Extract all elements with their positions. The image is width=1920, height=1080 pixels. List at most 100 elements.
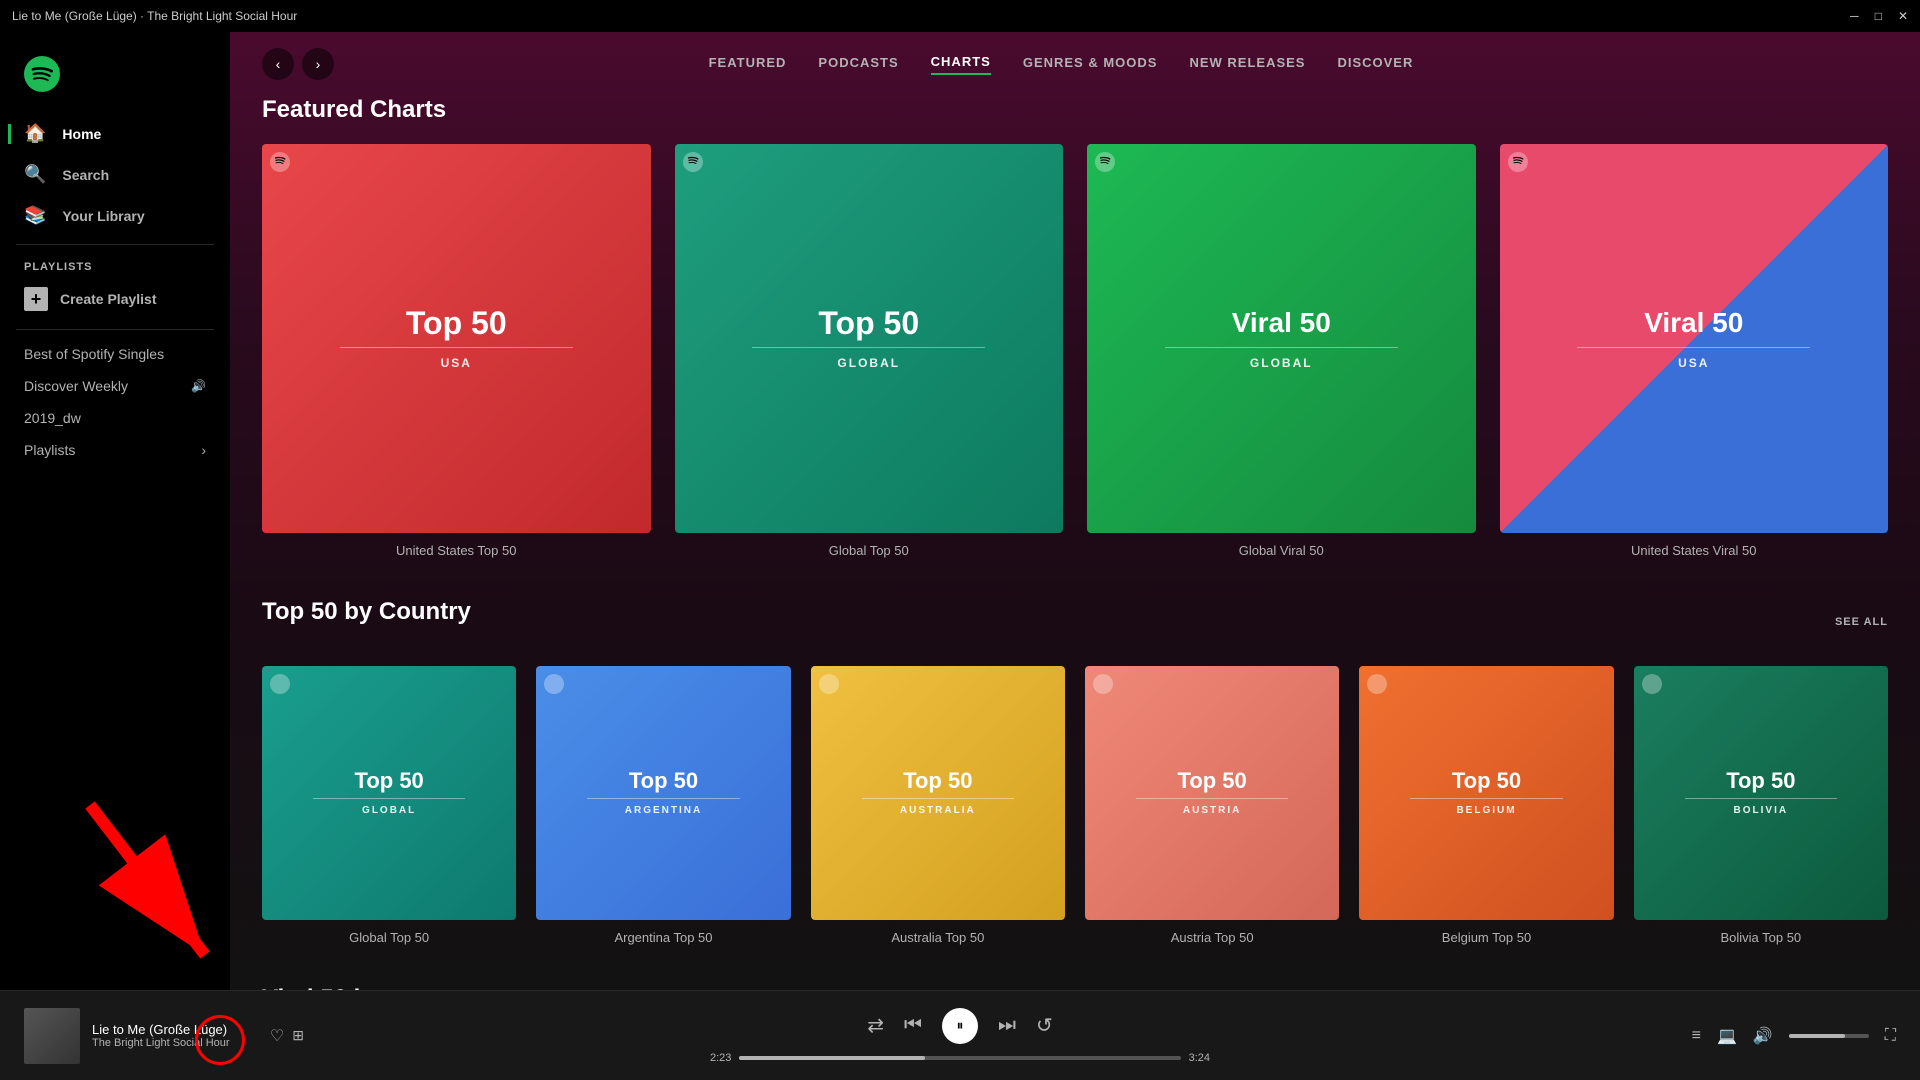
- sidebar-item-search[interactable]: 🔍 Search: [8, 154, 222, 195]
- chart-card-bolivia[interactable]: Top 50 BOLIVIA Bolivia Top 50: [1634, 666, 1888, 945]
- playlist-label: Playlists: [24, 442, 75, 458]
- volume-icon[interactable]: 🔊: [1753, 1026, 1773, 1046]
- like-button[interactable]: ♡: [270, 1026, 284, 1046]
- card-divider: [752, 347, 985, 348]
- window-controls[interactable]: ─ □ ✕: [1850, 9, 1908, 23]
- chevron-right-icon: ›: [201, 442, 206, 458]
- chart-image-austria: Top 50 AUSTRIA: [1085, 666, 1339, 920]
- chart-image-global-country: Top 50 GLOBAL: [262, 666, 516, 920]
- total-time: 3:24: [1189, 1052, 1210, 1064]
- sidebar-divider-2: [16, 329, 214, 330]
- sidebar: 🏠 Home 🔍 Search 📚 Your Library PLAYLISTS…: [0, 32, 230, 990]
- chart-card-austria[interactable]: Top 50 AUSTRIA Austria Top 50: [1085, 666, 1339, 945]
- nav-arrows: ‹ ›: [262, 48, 334, 80]
- nav-links: FEATURED PODCASTS CHARTS GENRES & MOODS …: [709, 54, 1414, 75]
- volume-fill: [1789, 1034, 1845, 1038]
- country-top50-label-6: Top 50: [1726, 770, 1795, 792]
- chart-image-global-viral: Viral 50 GLOBAL: [1087, 144, 1476, 533]
- previous-button[interactable]: ⏮: [904, 1014, 922, 1037]
- chart-card-global-country[interactable]: Top 50 GLOBAL Global Top 50: [262, 666, 516, 945]
- country-top50-label-1: Top 50: [355, 770, 424, 792]
- search-label: Search: [62, 167, 109, 183]
- tab-charts[interactable]: CHARTS: [931, 54, 991, 75]
- tab-featured[interactable]: FEATURED: [709, 55, 787, 74]
- country-country-6: BOLIVIA: [1734, 805, 1789, 816]
- chart-image-belgium: Top 50 BELGIUM: [1359, 666, 1613, 920]
- playing-icon: 🔊: [191, 379, 206, 393]
- country-card-label-6: Bolivia Top 50: [1634, 930, 1888, 945]
- progress-bar[interactable]: [739, 1056, 1180, 1060]
- featured-charts-grid: Top 50 USA United States Top 50 Top 50 G…: [262, 144, 1888, 558]
- playlist-item-discover-weekly[interactable]: Discover Weekly 🔊: [0, 370, 230, 402]
- close-button[interactable]: ✕: [1898, 9, 1908, 23]
- card-divider: [1685, 798, 1838, 799]
- chart-image-us-viral: Viral 50 USA: [1500, 144, 1889, 533]
- repeat-button[interactable]: ↺: [1036, 1013, 1053, 1038]
- fullscreen-icon[interactable]: ⛶: [1885, 1027, 1896, 1045]
- playlist-label: Discover Weekly: [24, 378, 128, 394]
- playlist-label: Best of Spotify Singles: [24, 346, 164, 362]
- tab-genres-moods[interactable]: GENRES & MOODS: [1023, 55, 1158, 74]
- playlist-item-2019-dw[interactable]: 2019_dw: [0, 402, 230, 434]
- sidebar-divider: [16, 244, 214, 245]
- next-button[interactable]: ⏭: [998, 1014, 1016, 1037]
- back-button[interactable]: ‹: [262, 48, 294, 80]
- country-section-header: Top 50 by Country SEE ALL: [262, 598, 1888, 646]
- forward-button[interactable]: ›: [302, 48, 334, 80]
- playlist-item-playlists[interactable]: Playlists ›: [0, 434, 230, 466]
- country-top50-label-4: Top 50: [1178, 770, 1247, 792]
- see-all-country-button[interactable]: SEE ALL: [1835, 616, 1888, 628]
- card-divider: [587, 798, 740, 799]
- minimize-button[interactable]: ─: [1850, 9, 1859, 23]
- create-playlist-button[interactable]: + Create Playlist: [0, 277, 230, 321]
- chart-image-argentina: Top 50 ARGENTINA: [536, 666, 790, 920]
- playlists-section-label: PLAYLISTS: [0, 253, 230, 277]
- sidebar-navigation: 🏠 Home 🔍 Search 📚 Your Library: [0, 113, 230, 236]
- country-top50-label-5: Top 50: [1452, 770, 1521, 792]
- queue-list-icon[interactable]: ≡: [1692, 1027, 1701, 1045]
- track-actions: ♡ ⊞: [270, 1026, 304, 1046]
- chart-card-global-top50[interactable]: Top 50 GLOBAL Global Top 50: [675, 144, 1064, 558]
- country-country-4: AUSTRIA: [1183, 805, 1241, 816]
- create-playlist-icon: +: [24, 287, 48, 311]
- artist-name: The Bright Light Social Hour: [92, 1037, 258, 1049]
- card-divider: [1165, 347, 1398, 348]
- create-playlist-label: Create Playlist: [60, 291, 157, 307]
- play-pause-button[interactable]: ⏸: [942, 1008, 978, 1044]
- chart-card-global-viral[interactable]: Viral 50 GLOBAL Global Viral 50: [1087, 144, 1476, 558]
- titlebar: Lie to Me (Große Lüge) · The Bright Ligh…: [0, 0, 1920, 32]
- country-country-3: AUSTRALIA: [900, 805, 976, 816]
- chart-card-us-top50[interactable]: Top 50 USA United States Top 50: [262, 144, 651, 558]
- spotify-logo[interactable]: [0, 40, 230, 113]
- card-divider: [1410, 798, 1563, 799]
- chart-card-belgium[interactable]: Top 50 BELGIUM Belgium Top 50: [1359, 666, 1613, 945]
- maximize-button[interactable]: □: [1875, 9, 1882, 23]
- tab-podcasts[interactable]: PODCASTS: [818, 55, 898, 74]
- tab-new-releases[interactable]: NEW RELEASES: [1189, 55, 1305, 74]
- home-label: Home: [62, 126, 101, 142]
- devices-icon[interactable]: 💻: [1717, 1026, 1737, 1046]
- country-card-label-2: Argentina Top 50: [536, 930, 790, 945]
- volume-bar[interactable]: [1789, 1034, 1869, 1038]
- tab-discover[interactable]: DISCOVER: [1337, 55, 1413, 74]
- sidebar-item-home[interactable]: 🏠 Home: [8, 113, 222, 154]
- sidebar-item-library[interactable]: 📚 Your Library: [8, 195, 222, 236]
- queue-button[interactable]: ⊞: [292, 1027, 304, 1044]
- country-card-label-5: Belgium Top 50: [1359, 930, 1613, 945]
- top-navigation: ‹ › FEATURED PODCASTS CHARTS GENRES & MO…: [230, 32, 1920, 96]
- chart-card-argentina[interactable]: Top 50 ARGENTINA Argentina Top 50: [536, 666, 790, 945]
- country-card-label-3: Australia Top 50: [811, 930, 1065, 945]
- player-track-info: Lie to Me (Große Lüge) The Bright Light …: [24, 1008, 304, 1064]
- featured-country-3: GLOBAL: [1250, 356, 1313, 370]
- featured-viral-label-1: Viral 50: [1232, 307, 1331, 339]
- chart-image-us-top50: Top 50 USA: [262, 144, 651, 533]
- chart-image-global-top50: Top 50 GLOBAL: [675, 144, 1064, 533]
- playlist-item-best-of-spotify[interactable]: Best of Spotify Singles: [0, 338, 230, 370]
- featured-card-label-3: Global Viral 50: [1087, 543, 1476, 558]
- country-charts-title: Top 50 by Country: [262, 598, 471, 626]
- active-indicator: [8, 124, 11, 144]
- search-icon: 🔍: [24, 164, 46, 185]
- shuffle-button[interactable]: ⇄: [867, 1013, 884, 1038]
- chart-card-australia[interactable]: Top 50 AUSTRALIA Australia Top 50: [811, 666, 1065, 945]
- chart-card-us-viral[interactable]: Viral 50 USA United States Viral 50: [1500, 144, 1889, 558]
